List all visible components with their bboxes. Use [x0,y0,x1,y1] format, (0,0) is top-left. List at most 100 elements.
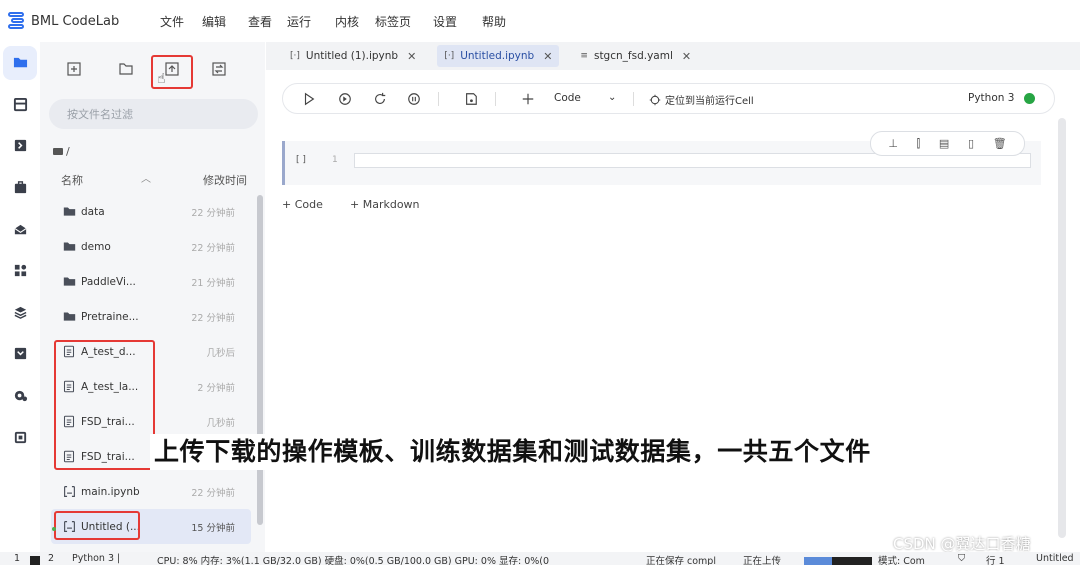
kernel-name[interactable]: Python 3 [968,92,1014,104]
text-file-icon: ≡ [580,51,588,61]
cell-prompt: [ ] [296,155,306,165]
activity-database[interactable] [0,84,40,126]
refresh-button[interactable] [208,58,230,80]
file-name: main.ipynb [81,485,140,498]
video-subtitle: 上传下载的操作模板、训练数据集和测试数据集，一共五个文件 [150,434,875,470]
status-item: 2 [48,553,55,564]
file-row[interactable]: demo 22 分钟前 [51,229,251,264]
format-cell-icon[interactable]: ⊥ [888,137,898,150]
editor-tab[interactable]: ≡ stgcn_fsd.yaml ✕ [573,45,698,67]
restart-kernel-button[interactable] [372,91,388,107]
menu-file[interactable]: 文件 [160,13,202,30]
plus-box-icon [67,62,81,76]
file-filter-search[interactable] [49,99,258,129]
notebook-icon [62,485,76,499]
file-modified-time: 21 分钟前 [191,277,235,289]
run-all-button[interactable] [337,91,353,107]
activity-chip[interactable] [0,416,40,458]
split-cell-icon[interactable]: ⫿ [917,137,921,151]
tab-label: stgcn_fsd.yaml [593,50,673,62]
notebook-scrollbar[interactable] [1058,118,1066,538]
activity-dataset[interactable] [0,125,40,167]
untitled-highlight-box [54,511,140,540]
interrupt-kernel-button[interactable] [406,91,422,107]
new-files-highlight-box [54,340,155,470]
terminal-icon[interactable] [30,556,40,565]
crosshair-icon [649,94,661,105]
activity-download[interactable] [0,333,40,375]
pause-circle-icon [408,93,420,105]
save-button[interactable] [463,91,479,107]
file-modified-time: 22 分钟前 [191,487,235,499]
file-modified-time: 22 分钟前 [191,312,235,324]
status-kernel[interactable]: Python 3 | [72,553,120,564]
activity-apps[interactable] [0,250,40,292]
database-icon [13,97,27,111]
status-line: 行 1 [986,556,1005,565]
folder-icon [62,205,76,219]
menu-view[interactable]: 查看 [248,13,290,30]
folder-icon [13,58,27,68]
folder-icon [53,148,63,155]
file-modified-time: 22 分钟前 [191,207,235,219]
chevron-down-icon[interactable]: ⌄ [608,92,616,103]
file-list-scrollbar[interactable] [257,195,263,525]
file-browser-panel: ☝ / 名称 ︿ 修改时间 data 22 分钟前 demo 22 分钟前 Paddle… [40,42,265,552]
run-button[interactable] [301,91,317,107]
editor-tab[interactable]: [·] Untitled.ipynb ✕ [437,45,560,67]
activity-inbox[interactable] [0,208,40,250]
toolbar-divider [438,92,439,106]
chip-icon [14,431,26,443]
column-name-header[interactable]: 名称 [61,172,83,188]
file-filter-input[interactable] [67,107,237,121]
file-name: PaddleVi... [81,275,136,288]
breadcrumb[interactable]: / [53,145,70,158]
gear-cloud-icon [14,390,27,402]
breadcrumb-path: / [66,145,70,158]
menu-settings[interactable]: 设置 [433,13,475,30]
copy-cell-icon[interactable]: ▤ [939,137,949,150]
app-title: BML CodeLab [31,13,120,29]
file-row[interactable]: data 22 分钟前 [51,194,251,229]
insert-cell-button[interactable] [520,91,536,107]
apps-icon [14,265,26,277]
new-file-button[interactable] [63,58,85,80]
close-icon[interactable]: ✕ [543,50,552,63]
sync-icon [212,62,226,76]
menu-run[interactable]: 运行 [287,13,329,30]
cell-type-select[interactable]: Code [554,92,581,104]
activity-toolbox[interactable] [0,167,40,209]
bookmark-icon[interactable]: ▯ [968,137,974,150]
pointer-hand-icon: ☝ [157,71,166,87]
close-icon[interactable]: ✕ [407,50,416,63]
locate-running-cell-button[interactable]: 定位到当前运行Cell [649,92,754,107]
locate-label: 定位到当前运行Cell [665,96,754,107]
running-indicator-dot [52,527,56,531]
status-item: 1 [14,553,21,564]
tab-label: Untitled (1).ipynb [305,50,399,62]
app-logo[interactable]: BML CodeLab [8,12,152,30]
main-menu: 文件 编辑 查看 运行 内核 标签页 设置 帮助 [152,13,524,30]
menu-tabs[interactable]: 标签页 [375,13,433,30]
add-code-cell-button[interactable]: + Code [282,198,323,211]
activity-cloud-settings[interactable] [0,375,40,417]
run-all-icon [339,93,351,105]
add-markdown-cell-button[interactable]: + Markdown [350,198,420,211]
new-folder-button[interactable] [115,58,137,80]
status-bar: 1 2 Python 3 | CPU: 8% 内存: 3%(1.1 GB/32.… [0,552,1080,565]
file-row[interactable]: main.ipynb 22 分钟前 [51,474,251,509]
delete-cell-icon[interactable]: 🗑 [993,137,1007,150]
file-row[interactable]: PaddleVi... 21 分钟前 [51,264,251,299]
editor-tab[interactable]: [·] Untitled (1).ipynb ✕ [283,45,423,67]
menu-edit[interactable]: 编辑 [202,13,244,30]
cell-toolbar: ⊥ ⫿ ▤ ▯ 🗑 [870,131,1025,156]
top-menu-bar: BML CodeLab 文件 编辑 查看 运行 内核 标签页 设置 帮助 [0,0,1080,42]
activity-layers[interactable] [0,292,40,334]
sort-chevron-up-icon[interactable]: ︿ [141,170,151,185]
menu-kernel[interactable]: 内核 [335,13,377,30]
activity-files[interactable] [0,42,40,84]
close-icon[interactable]: ✕ [682,50,691,63]
menu-help[interactable]: 帮助 [482,13,524,30]
file-row[interactable]: Pretraine... 22 分钟前 [51,299,251,334]
column-modified-header[interactable]: 修改时间 [203,172,263,188]
